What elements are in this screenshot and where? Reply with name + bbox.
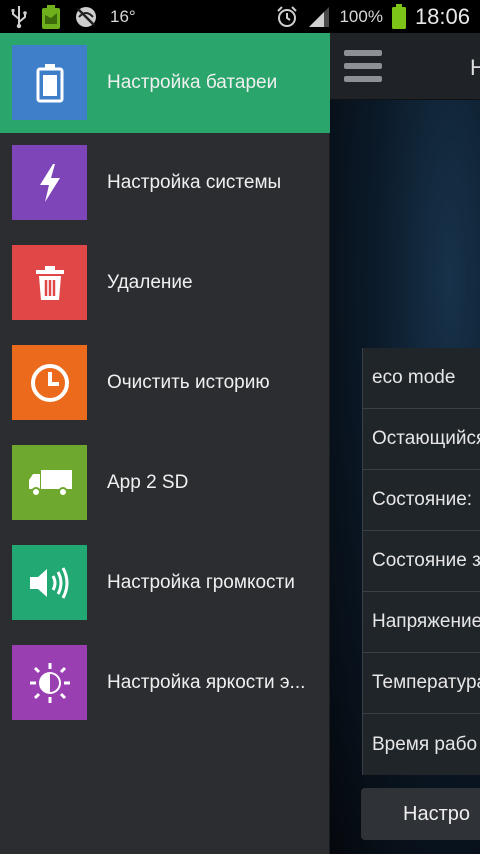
drawer-item-label: Удаление [107,272,193,293]
navigation-drawer: Настройка батареи Настройка системы Удал… [0,33,330,854]
clock-icon [12,345,87,420]
battery-info-list: eco mode Остающийся Состояние: Состояние… [362,348,480,775]
battery-saver-icon [40,4,62,30]
drawer-item-label: Очистить историю [107,372,270,393]
info-row[interactable]: eco mode [363,348,480,409]
info-row[interactable]: Напряжение [363,592,480,653]
truck-icon [12,445,87,520]
battery-icon [12,45,87,120]
alarm-icon [275,5,299,29]
app-toolbar: Н [330,33,480,100]
drawer-item-uninstall[interactable]: Удаление [0,233,330,333]
speaker-icon [12,545,87,620]
battery-icon [391,3,407,30]
info-row[interactable]: Остающийся [363,409,480,470]
drawer-item-battery-settings[interactable]: Настройка батареи [0,33,330,133]
drawer-item-volume-settings[interactable]: Настройка громкости [0,533,330,633]
drawer-item-system-settings[interactable]: Настройка системы [0,133,330,233]
drawer-item-clear-history[interactable]: Очистить историю [0,333,330,433]
app-title: Н [470,55,480,80]
info-row[interactable]: Состояние з [363,531,480,592]
drawer-item-label: App 2 SD [107,472,189,493]
clock-text: 18:06 [414,3,470,29]
drawer-item-label: Настройка громкости [107,572,295,593]
status-bar: 16° 100% 18:06 [0,0,480,33]
no-signal-icon [74,5,98,29]
info-row[interactable]: Время рабо [363,714,480,775]
drawer-item-label: Настройка яркости э... [107,672,306,693]
drawer-item-brightness-settings[interactable]: Настройка яркости э... [0,633,330,733]
battery-percent-text: 100% [339,6,383,26]
drawer-item-label: Настройка батареи [107,72,278,93]
trash-icon [12,245,87,320]
drawer-item-app2sd[interactable]: App 2 SD [0,433,330,533]
settings-button[interactable]: Настро [361,788,480,840]
menu-icon[interactable] [344,50,382,82]
drawer-item-label: Настройка системы [107,172,282,193]
signal-icon [307,6,331,28]
brightness-icon [12,645,87,720]
lightning-icon [12,145,87,220]
temperature-text: 16° [110,6,136,26]
usb-icon [10,5,28,29]
info-row[interactable]: Температура [363,653,480,714]
info-row[interactable]: Состояние: [363,470,480,531]
